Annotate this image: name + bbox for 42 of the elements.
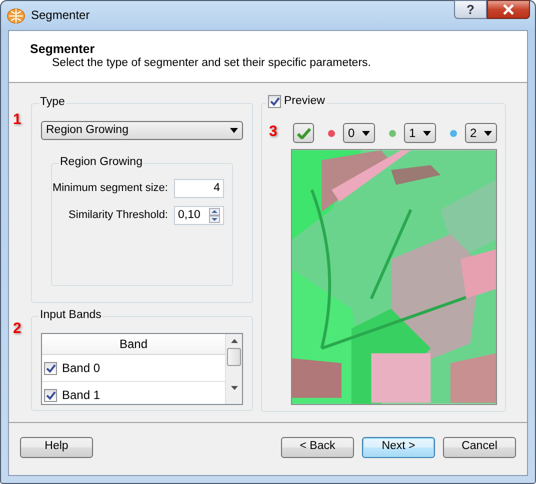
scroll-up-icon[interactable] bbox=[230, 339, 238, 343]
input-field[interactable]: 4 bbox=[174, 179, 224, 198]
segmenter-type-dropdown[interactable]: Region Growing bbox=[41, 121, 243, 140]
check-icon bbox=[296, 128, 310, 138]
apply-button[interactable] bbox=[293, 123, 314, 143]
page-title: Segmenter bbox=[30, 42, 96, 57]
band-dropdown[interactable]: 2 bbox=[465, 123, 497, 143]
caret-icon bbox=[484, 130, 492, 136]
preview-checkbox[interactable] bbox=[268, 95, 281, 108]
page-subtitle: Select the type of segmenter and set their specific parameters. bbox=[51, 57, 372, 71]
dialog-button[interactable]: < Back bbox=[281, 436, 354, 458]
scroll-thumb[interactable] bbox=[227, 348, 241, 366]
group-legend: Region Growing bbox=[59, 156, 144, 170]
group-legend: Type bbox=[39, 96, 66, 110]
help-button[interactable]: ? bbox=[454, 0, 487, 19]
caret-icon bbox=[230, 128, 238, 133]
app-icon bbox=[7, 8, 25, 24]
field-label: Minimum segment size: bbox=[52, 182, 168, 196]
field-label: Similarity Threshold: bbox=[68, 208, 168, 222]
group-legend: Input Bands bbox=[39, 309, 102, 323]
band-label: Band 1 bbox=[62, 388, 100, 402]
band-checkbox[interactable] bbox=[44, 362, 57, 374]
dialog-button[interactable]: Cancel bbox=[443, 436, 516, 458]
band-label: Band 0 bbox=[62, 360, 100, 376]
dialog-button[interactable]: Next > bbox=[362, 436, 435, 458]
dialog-button[interactable]: Help bbox=[20, 436, 93, 458]
close-button[interactable] bbox=[487, 0, 530, 19]
window-title: Segmenter bbox=[31, 8, 90, 23]
spin-arrows[interactable] bbox=[209, 208, 220, 223]
band-dropdown[interactable]: 0 bbox=[343, 123, 375, 143]
spin-field[interactable]: 0,10 bbox=[174, 206, 224, 225]
caret-icon bbox=[362, 130, 370, 136]
checkbox-label: Preview bbox=[284, 95, 325, 109]
scroll-down-icon[interactable] bbox=[230, 386, 238, 390]
step-marker: 3 bbox=[269, 123, 278, 141]
band-checkbox[interactable] bbox=[44, 388, 57, 402]
scrollbar[interactable] bbox=[225, 334, 242, 404]
step-marker: 1 bbox=[13, 110, 22, 130]
close-icon bbox=[502, 4, 515, 15]
step-marker: 2 bbox=[13, 319, 22, 339]
caret-icon bbox=[423, 130, 431, 136]
band-dropdown[interactable]: 1 bbox=[404, 123, 436, 143]
